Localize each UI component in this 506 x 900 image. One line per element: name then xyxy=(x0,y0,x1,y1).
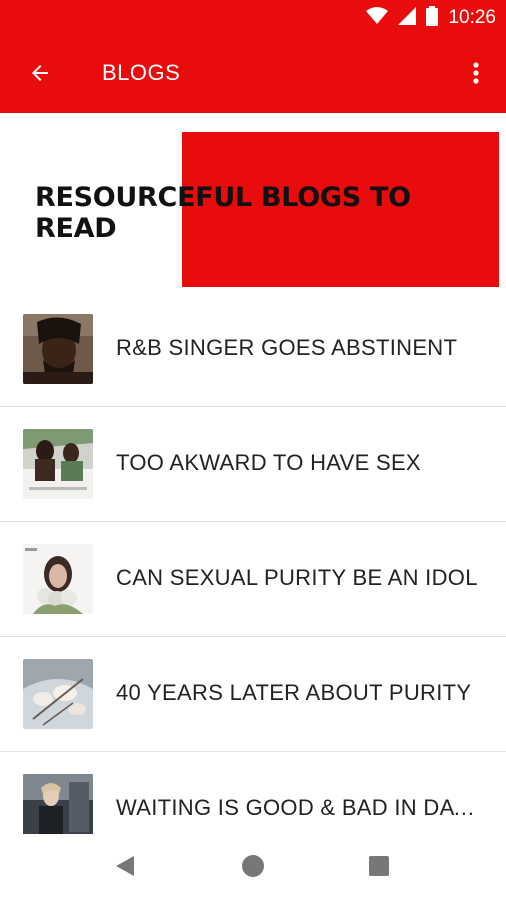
blog-title: 40 YEARS LATER ABOUT PURITY xyxy=(116,680,472,705)
blog-thumbnail xyxy=(23,429,93,499)
arrow-left-icon xyxy=(28,61,52,90)
blog-list: R&B SINGER GOES ABSTINENT TOO AKWARD TO … xyxy=(0,292,506,867)
list-item[interactable]: R&B SINGER GOES ABSTINENT xyxy=(0,292,506,407)
app-bar: BLOGS xyxy=(0,36,506,113)
banner-title: RESOURCEFUL BLOGS TO READ xyxy=(35,182,411,244)
more-vert-icon xyxy=(472,61,480,90)
nav-back-icon[interactable] xyxy=(114,854,136,883)
blog-title: R&B SINGER GOES ABSTINENT xyxy=(116,335,458,360)
battery-icon xyxy=(426,5,439,31)
status-bar: 10:26 xyxy=(0,0,506,36)
header-banner: RESOURCEFUL BLOGS TO READ xyxy=(0,113,506,298)
blog-thumbnail xyxy=(23,544,93,614)
signal-icon xyxy=(398,6,417,30)
list-item[interactable]: 40 YEARS LATER ABOUT PURITY xyxy=(0,637,506,752)
list-item[interactable]: CAN SEXUAL PURITY BE AN IDOL xyxy=(0,522,506,637)
blog-thumbnail xyxy=(23,314,93,384)
blog-thumbnail xyxy=(23,659,93,729)
status-icons: 10:26 xyxy=(366,5,496,31)
blog-title: WAITING IS GOOD & BAD IN DATING xyxy=(116,795,486,820)
page-title: BLOGS xyxy=(102,60,181,85)
system-nav-bar xyxy=(0,834,506,900)
nav-home-icon[interactable] xyxy=(242,855,264,877)
status-time: 10:26 xyxy=(448,7,496,28)
blog-title: TOO AKWARD TO HAVE SEX xyxy=(116,450,421,475)
blog-title: CAN SEXUAL PURITY BE AN IDOL xyxy=(116,565,478,590)
nav-recents-icon[interactable] xyxy=(369,856,389,876)
back-button[interactable] xyxy=(22,57,58,93)
list-item[interactable]: TOO AKWARD TO HAVE SEX xyxy=(0,407,506,522)
overflow-menu-button[interactable] xyxy=(464,57,488,93)
wifi-icon xyxy=(366,6,389,30)
